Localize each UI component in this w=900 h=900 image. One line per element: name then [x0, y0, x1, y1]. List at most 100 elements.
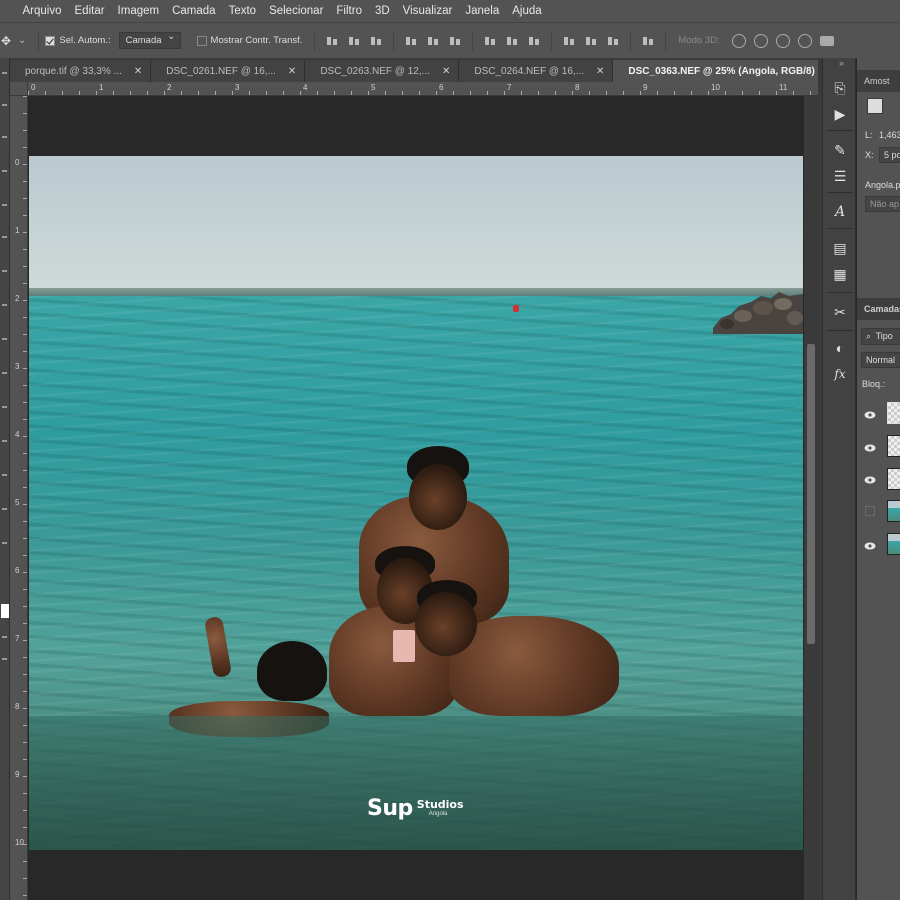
styles-fx-icon[interactable]: fx [832, 366, 848, 382]
vertical-scrollbar[interactable] [804, 96, 818, 900]
roll-3d-icon[interactable] [753, 33, 768, 48]
brush-icon[interactable]: ✎ [832, 142, 848, 158]
layer-thumbnail[interactable] [887, 500, 900, 522]
tool-preset-chevron-icon[interactable]: ⌄ [18, 35, 26, 46]
tab-document[interactable]: DSC_0263.NEF @ 12,... ✕ [305, 60, 460, 82]
tab-document-active[interactable]: DSC_0363.NEF @ 25% (Angola, RGB/8) * ✕ [613, 60, 851, 82]
layer-thumbnail[interactable] [887, 435, 900, 457]
distribute-left-icon[interactable] [563, 35, 575, 47]
distribute-right-icon[interactable] [607, 35, 619, 47]
slide-3d-icon[interactable] [797, 33, 812, 48]
close-icon[interactable]: ✕ [596, 66, 604, 77]
show-transform-checkbox[interactable] [196, 35, 207, 46]
align-left-icon[interactable] [405, 35, 417, 47]
menu-filtro[interactable]: Filtro [330, 5, 369, 17]
layer-thumbnail[interactable] [887, 468, 900, 490]
menu-janela[interactable]: Janela [459, 5, 506, 17]
tab-document[interactable]: porque.tif @ 33,3% ... ✕ [10, 60, 152, 82]
visibility-eye-icon[interactable] [864, 411, 876, 419]
tool-icon[interactable] [2, 636, 7, 638]
ruler-ticks [28, 91, 818, 95]
tool-icon[interactable] [2, 204, 7, 206]
foreground-color-swatch[interactable] [1, 604, 9, 618]
auto-select-option[interactable]: Sel. Autom.: [45, 35, 111, 46]
align-right-icon[interactable] [449, 35, 461, 47]
blend-mode-dropdown[interactable]: Normal [861, 352, 900, 368]
align-bottom-icon[interactable] [370, 35, 382, 47]
layers-tab[interactable]: Camadas [864, 304, 900, 314]
sample-tool-icon[interactable] [867, 98, 883, 114]
menu-camada[interactable]: Camada [166, 5, 222, 17]
properties-icon[interactable]: ▦ [832, 266, 848, 282]
visibility-eye-icon[interactable] [864, 542, 876, 550]
close-icon[interactable]: ✕ [442, 66, 450, 77]
layer-thumbnail[interactable] [887, 533, 900, 555]
distribute-hcenter-icon[interactable] [585, 35, 597, 47]
actions-play-icon[interactable]: ▶ [832, 106, 848, 122]
tool-icon[interactable] [2, 104, 7, 106]
align-top-icon[interactable] [326, 35, 338, 47]
tool-icon[interactable] [2, 474, 7, 476]
history-icon[interactable]: ⎘ [832, 80, 848, 96]
tool-icon[interactable] [2, 542, 7, 544]
vertical-ruler[interactable]: 0 1 2 3 4 5 6 7 8 9 10 [10, 96, 28, 900]
auto-select-checkbox[interactable] [45, 35, 56, 46]
tool-icon[interactable] [2, 440, 7, 442]
align-vcenter-icon[interactable] [348, 35, 360, 47]
visibility-eye-icon[interactable] [864, 476, 876, 484]
tool-icon[interactable] [2, 72, 7, 74]
menu-arquivo[interactable]: Arquivo [16, 5, 68, 17]
show-transform-option[interactable]: Mostrar Contr. Transf. [196, 35, 302, 46]
menu-3d[interactable]: 3D [368, 5, 396, 17]
document-photo[interactable]: Sup Studios Angola [29, 156, 803, 850]
notes-icon[interactable]: ▤ [832, 240, 848, 256]
close-icon[interactable]: ✕ [288, 66, 296, 77]
menu-selecionar[interactable]: Selecionar [263, 5, 330, 17]
tab-document[interactable]: DSC_0264.NEF @ 16,... ✕ [459, 60, 614, 82]
layers-panel-header[interactable]: Camadas [857, 298, 900, 320]
character-icon[interactable]: A [832, 204, 848, 220]
distribute-vcenter-icon[interactable] [506, 35, 518, 47]
tool-icon[interactable] [2, 372, 7, 374]
preset-status-field[interactable]: Não ap [865, 196, 900, 212]
drag-3d-icon[interactable] [775, 33, 790, 48]
menu-imagem[interactable]: Imagem [111, 5, 166, 17]
camera-3d-icon[interactable] [819, 35, 834, 46]
tools-icon[interactable]: ✂ [832, 304, 848, 320]
tool-icon[interactable] [2, 236, 7, 238]
horizontal-ruler[interactable]: 0 1 2 3 4 5 6 7 8 9 10 11 [28, 82, 818, 96]
tab-document[interactable]: DSC_0261.NEF @ 16,... ✕ [151, 60, 306, 82]
tool-icon[interactable] [2, 508, 7, 510]
layer-thumbnail[interactable] [887, 402, 900, 424]
adjustments-icon[interactable]: ◐ [832, 340, 848, 356]
layer-filter-dropdown[interactable]: ⌕ Tipo [861, 328, 900, 345]
auto-align-icon[interactable] [642, 35, 654, 47]
distribute-bottom-icon[interactable] [528, 35, 540, 47]
tool-icon[interactable] [2, 658, 7, 660]
sample-panel-header[interactable]: Amost [857, 70, 900, 92]
auto-select-dropdown[interactable]: Camada [118, 31, 181, 49]
menu-ajuda[interactable]: Ajuda [506, 5, 548, 17]
ruler-corner[interactable] [10, 82, 28, 96]
tool-icon[interactable] [2, 406, 7, 408]
menu-visualizar[interactable]: Visualizar [396, 5, 459, 17]
visibility-eye-icon[interactable] [864, 444, 876, 452]
brush-settings-icon[interactable]: ☰ [832, 168, 848, 184]
collapse-panels-icon[interactable]: » [839, 58, 844, 68]
close-icon[interactable]: ✕ [134, 66, 142, 77]
tool-icon[interactable] [2, 170, 7, 172]
menu-editar[interactable]: Editar [68, 5, 111, 17]
tool-icon[interactable] [2, 270, 7, 272]
tool-icon[interactable] [2, 338, 7, 340]
align-hcenter-icon[interactable] [427, 35, 439, 47]
distribute-top-icon[interactable] [484, 35, 496, 47]
rotate-3d-icon[interactable] [731, 33, 746, 48]
sample-tab[interactable]: Amost [864, 76, 890, 86]
move-tool-icon[interactable]: ✥ [0, 34, 12, 48]
scrollbar-thumb[interactable] [807, 344, 815, 644]
tool-icon[interactable] [2, 136, 7, 138]
menu-texto[interactable]: Texto [222, 5, 263, 17]
visibility-toggle-empty[interactable] [865, 506, 875, 516]
tool-icon[interactable] [2, 304, 7, 306]
x-value-field[interactable]: 5 po [879, 147, 900, 163]
